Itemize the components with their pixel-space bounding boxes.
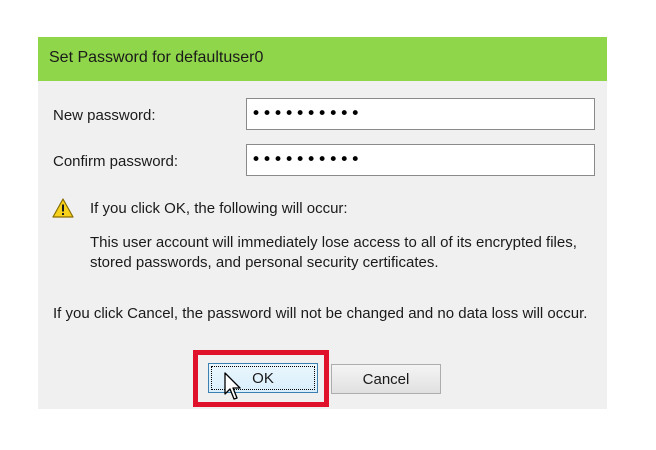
mouse-cursor-icon	[224, 372, 241, 400]
warning-body: This user account will immediately lose …	[90, 234, 577, 271]
dialog-title: Set Password for defaultuser0	[49, 49, 264, 66]
new-password-label: New password:	[53, 107, 156, 124]
new-password-field[interactable]	[246, 98, 595, 130]
warning-heading: If you click OK, the following will occu…	[90, 200, 348, 217]
warning-icon	[52, 198, 74, 218]
confirm-password-field[interactable]	[246, 144, 595, 176]
cancel-note: If you click Cancel, the password will n…	[53, 305, 588, 322]
dialog-titlebar: Set Password for defaultuser0	[38, 37, 607, 81]
confirm-password-label: Confirm password:	[53, 153, 179, 170]
cancel-button[interactable]: Cancel	[331, 364, 441, 394]
